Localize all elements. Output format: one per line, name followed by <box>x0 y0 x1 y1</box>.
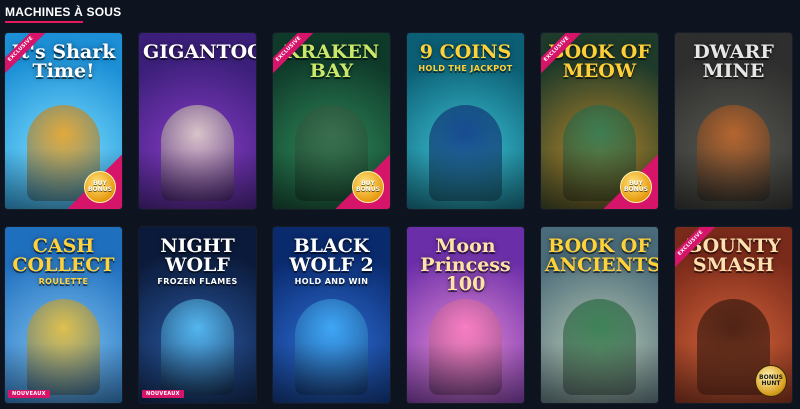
game-title: GIGANTOONZ <box>143 41 256 63</box>
game-logo: DWARF MINE <box>679 43 788 81</box>
game-logo: Moon Princess 100 <box>411 237 520 294</box>
game-logo: NIGHT WOLF FROZEN FLAMES <box>143 237 252 286</box>
game-tile[interactable]: Moon Princess 100 <box>407 227 524 403</box>
slots-section: MACHINES À SOUS It's Shark Time! EXCLUSIV… <box>0 0 800 409</box>
game-tile[interactable]: CASH COLLECT ROULETTE NOUVEAUX <box>5 227 122 403</box>
game-tile[interactable]: BLACK WOLF 2 HOLD AND WIN <box>273 227 390 403</box>
game-tile[interactable]: BOUNTY SMASH EXCLUSIVE BONUS HUNT <box>675 227 792 403</box>
game-subtitle: HOLD THE JACKPOT <box>418 64 513 73</box>
game-tile[interactable]: NIGHT WOLF FROZEN FLAMES NOUVEAUX <box>139 227 256 403</box>
tile-shade <box>139 149 256 209</box>
game-tile[interactable]: KRAKEN BAY EXCLUSIVE BUY BONUS <box>273 33 390 209</box>
section-title: MACHINES À SOUS <box>5 5 122 19</box>
game-tile[interactable]: GIGANTOONZ <box>139 33 256 209</box>
game-logo: GIGANTOONZ <box>143 41 256 63</box>
game-title: BLACK WOLF 2 <box>289 235 374 276</box>
buy-bonus-badge: BUY BONUS <box>84 171 116 203</box>
game-logo: BOOK OF ANCIENTS <box>545 235 658 276</box>
game-title: CASH COLLECT <box>12 235 115 276</box>
game-tile[interactable]: BOOK OF MEOW EXCLUSIVE BUY BONUS <box>541 33 658 209</box>
tile-shade <box>273 343 390 403</box>
tile-shade <box>407 149 524 209</box>
game-subtitle: FROZEN FLAMES <box>157 277 238 286</box>
game-title: BOOK OF ANCIENTS <box>545 235 658 276</box>
game-tile[interactable]: BOOK OF ANCIENTS <box>541 227 658 403</box>
game-subtitle: ROULETTE <box>38 277 89 286</box>
game-logo: 9 COINS HOLD THE JACKPOT <box>411 43 520 73</box>
game-logo: CASH COLLECT ROULETTE <box>9 237 118 286</box>
game-tile[interactable]: It's Shark Time! EXCLUSIVE BUY BONUS <box>5 33 122 209</box>
game-title: NIGHT WOLF <box>160 235 235 276</box>
new-badge: NOUVEAUX <box>142 390 184 398</box>
buy-bonus-badge: BUY BONUS <box>352 171 384 203</box>
title-underline <box>5 21 83 23</box>
tile-shade <box>407 343 524 403</box>
game-title: 9 COINS <box>419 41 512 63</box>
game-subtitle: HOLD AND WIN <box>294 277 369 286</box>
game-logo: BLACK WOLF 2 HOLD AND WIN <box>277 237 386 286</box>
games-grid: It's Shark Time! EXCLUSIVE BUY BONUS GIGAN… <box>5 33 797 403</box>
game-title: DWARF MINE <box>693 41 774 82</box>
bonus-hunt-badge: BONUS HUNT <box>755 365 787 397</box>
tile-shade <box>541 343 658 403</box>
buy-bonus-badge: BUY BONUS <box>620 171 652 203</box>
new-badge: NOUVEAUX <box>8 390 50 398</box>
game-tile[interactable]: DWARF MINE <box>675 33 792 209</box>
tile-shade <box>675 149 792 209</box>
game-title: Moon Princess 100 <box>420 235 511 295</box>
game-tile[interactable]: 9 COINS HOLD THE JACKPOT <box>407 33 524 209</box>
